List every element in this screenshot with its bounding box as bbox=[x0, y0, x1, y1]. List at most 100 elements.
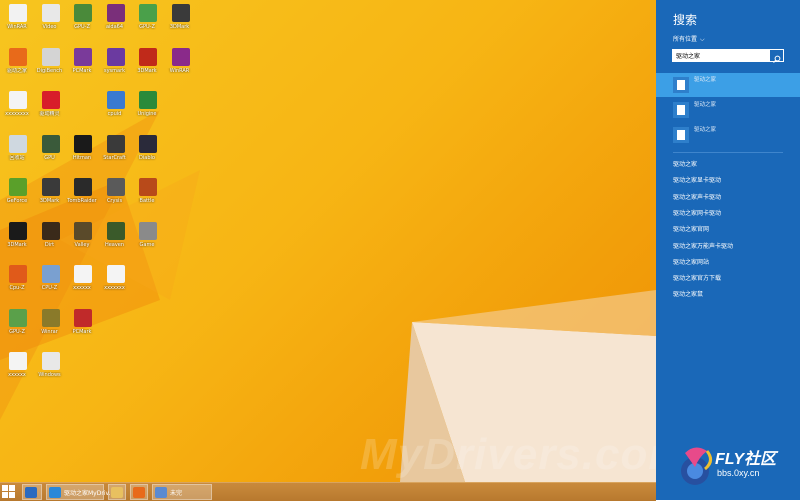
desktop-icon[interactable]: DigiBench bbox=[34, 46, 66, 84]
desktop-icon[interactable]: xxxxxxx bbox=[99, 263, 131, 301]
desktop-icon[interactable]: Cpu-Z bbox=[1, 263, 33, 301]
taskbar-button[interactable]: 驱动之家MyDriv... bbox=[46, 484, 114, 500]
desktop-icon[interactable]: PCMark bbox=[66, 46, 98, 84]
desktop-icon-label: xxxxxx bbox=[73, 285, 91, 291]
desktop-icon[interactable]: xxxxxx bbox=[66, 263, 98, 301]
desktop-icon-image bbox=[9, 352, 27, 370]
desktop-icon-label: Unigine bbox=[137, 111, 157, 117]
search-scope-dropdown[interactable]: 所有位置 ⌵ bbox=[673, 34, 705, 44]
desktop-icon[interactable]: CPU-Z bbox=[34, 263, 66, 301]
desktop-icon-label: 驱动之家 bbox=[6, 67, 27, 74]
desktop-icon[interactable]: PCMark bbox=[66, 307, 98, 345]
taskbar: 驱动之家MyDriv... 未完 bbox=[0, 482, 656, 501]
search-suggestion[interactable]: 驱动之家网卡驱动 bbox=[673, 208, 721, 217]
desktop-icon-image bbox=[9, 91, 27, 109]
search-suggestion[interactable]: 驱动之家鼠 bbox=[673, 289, 703, 298]
desktop-icon-label: Crysis bbox=[106, 198, 123, 204]
search-suggestion[interactable]: 驱动之家官网 bbox=[673, 224, 709, 233]
taskbar-app-icon bbox=[25, 487, 37, 498]
file-result[interactable]: 驱动之家 bbox=[656, 98, 800, 122]
desktop-icon-label: Windows bbox=[38, 372, 61, 378]
desktop-icon[interactable]: TombRaider bbox=[66, 176, 98, 214]
desktop-icon[interactable]: Diablo bbox=[131, 133, 163, 171]
desktop-icon-image bbox=[41, 308, 60, 327]
taskbar-button-label: 驱动之家MyDriv... bbox=[64, 490, 115, 497]
fly-emblem-icon bbox=[681, 447, 712, 485]
desktop-icon-image bbox=[9, 134, 27, 153]
search-input[interactable] bbox=[673, 50, 772, 61]
desktop-icon[interactable]: 3DMark bbox=[131, 46, 163, 84]
desktop-icon-image bbox=[106, 47, 125, 66]
search-suggestion[interactable]: 驱动之家 bbox=[673, 159, 697, 168]
desktop-icon-label: StarCraft bbox=[103, 154, 126, 161]
desktop-icon-image bbox=[106, 221, 125, 240]
desktop-icon[interactable]: GPU-Z bbox=[66, 2, 98, 40]
search-charm: 搜索 所有位置⌵ 驱动之家驱动之家驱动之家 驱动之家驱动之家显卡驱动驱动之家声卡… bbox=[656, 0, 800, 500]
desktop-icon[interactable]: sysmark bbox=[99, 46, 131, 84]
desktop-icon[interactable]: GPU-Z bbox=[1, 307, 33, 345]
desktop-icon-image bbox=[9, 221, 27, 240]
desktop-icon[interactable]: Battle bbox=[131, 176, 163, 214]
desktop-icon-label: DigiBench bbox=[36, 67, 63, 74]
desktop-icon[interactable]: Video bbox=[34, 2, 66, 40]
desktop-icon[interactable]: xxxxxx bbox=[1, 350, 33, 388]
desktop-icon[interactable]: Heaven bbox=[99, 220, 131, 258]
taskbar-button[interactable]: 未完 bbox=[152, 484, 212, 500]
desktop-icon-label: Cpu-Z bbox=[9, 285, 25, 291]
desktop-icon[interactable]: StarCraft bbox=[99, 133, 131, 171]
desktop-icon[interactable]: WinRAR bbox=[164, 46, 196, 84]
desktop-icon[interactable]: GeForce bbox=[1, 176, 33, 214]
desktop-icon[interactable]: xxxxxxxx bbox=[1, 89, 33, 127]
desktop-icon-image bbox=[139, 221, 157, 240]
desktop-icon[interactable]: WinRAR bbox=[1, 2, 33, 40]
search-suggestion[interactable]: 驱动之家显卡驱动 bbox=[673, 175, 721, 184]
desktop-icon[interactable]: GPU-Z bbox=[131, 2, 163, 40]
desktop-icon[interactable]: 3DMark bbox=[34, 176, 66, 214]
search-suggestion[interactable]: 驱动之家声卡驱动 bbox=[673, 192, 721, 201]
document-icon bbox=[673, 77, 689, 93]
search-button[interactable] bbox=[770, 50, 783, 63]
desktop: MyDrivers.com WinRAR Video GPU-Z aida64 GPU-… bbox=[0, 0, 656, 482]
desktop-icon-label: Heaven bbox=[104, 241, 125, 248]
desktop-icon-image bbox=[106, 91, 125, 109]
taskbar-button[interactable] bbox=[22, 484, 42, 500]
search-title: 搜索 bbox=[673, 13, 698, 27]
desktop-icon-image bbox=[106, 265, 125, 283]
desktop-icon[interactable]: Windows bbox=[34, 350, 66, 388]
desktop-icon[interactable]: Valley bbox=[66, 220, 98, 258]
desktop-icon[interactable]: Winrar bbox=[34, 307, 66, 345]
desktop-icon[interactable]: 回收站 bbox=[1, 133, 33, 171]
desktop-icon-image bbox=[74, 134, 92, 153]
desktop-icon[interactable]: 驱动精灵 bbox=[34, 89, 66, 127]
file-result[interactable]: 驱动之家 bbox=[656, 123, 800, 147]
desktop-icon[interactable]: Hitman bbox=[66, 133, 98, 171]
file-result[interactable]: 驱动之家 bbox=[656, 73, 800, 97]
desktop-icon[interactable]: aida64 bbox=[99, 2, 131, 40]
taskbar-button[interactable] bbox=[130, 484, 148, 500]
desktop-icon-label: GPU-Z bbox=[74, 24, 90, 30]
desktop-icon[interactable]: Game bbox=[131, 220, 163, 258]
desktop-icon-image bbox=[41, 265, 60, 283]
desktop-icon[interactable]: cpuid bbox=[99, 89, 131, 127]
search-suggestion[interactable]: 驱动之家官方下载 bbox=[673, 273, 721, 282]
desktop-icon[interactable]: Crysis bbox=[99, 176, 131, 214]
desktop-icon[interactable]: Dirt bbox=[34, 220, 66, 258]
taskbar-app-icon bbox=[133, 487, 145, 498]
desktop-icon[interactable]: 驱动之家 bbox=[1, 46, 33, 84]
start-button[interactable] bbox=[2, 485, 16, 499]
desktop-icon[interactable]: Unigine bbox=[131, 89, 163, 127]
file-result-name: 驱动之家 bbox=[694, 127, 717, 133]
desktop-icon[interactable]: 3DMark bbox=[1, 220, 33, 258]
desktop-icon[interactable]: 3DMark bbox=[164, 2, 196, 40]
taskbar-button[interactable] bbox=[108, 484, 126, 500]
desktop-icon-label: Game bbox=[139, 241, 155, 248]
desktop-icon-image bbox=[74, 265, 92, 283]
desktop-icon-image bbox=[41, 91, 60, 109]
file-result-name: 驱动之家 bbox=[694, 102, 717, 108]
search-suggestion[interactable]: 驱动之家网站 bbox=[673, 257, 709, 266]
desktop-icon-label: xxxxxxx bbox=[104, 285, 125, 291]
desktop-icon-image bbox=[9, 308, 27, 327]
search-suggestion[interactable]: 驱动之家万能声卡驱动 bbox=[673, 241, 733, 250]
desktop-icon[interactable]: GPU bbox=[34, 133, 66, 171]
desktop-icon-label: Battle bbox=[139, 198, 155, 204]
